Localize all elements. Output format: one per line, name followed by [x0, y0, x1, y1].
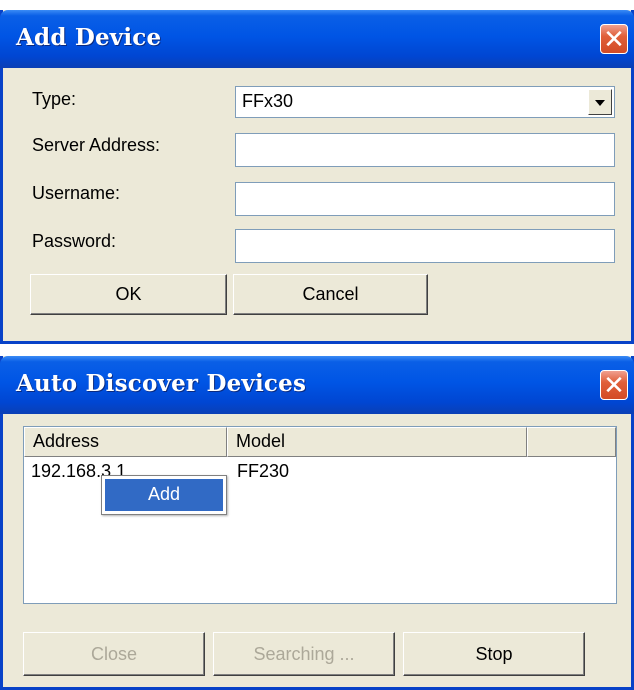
context-menu: Add — [101, 475, 227, 515]
username-label: Username: — [32, 183, 121, 203]
searching-button[interactable]: Searching ... — [213, 632, 395, 676]
stop-button-label: Stop — [475, 644, 513, 664]
close-button-label: Close — [90, 644, 138, 664]
auto-discover-titlebar[interactable]: Auto Discover Devices ✕ — [0, 356, 634, 414]
type-select-value: FFx30 — [242, 91, 294, 111]
cancel-button[interactable]: Cancel — [233, 274, 428, 315]
add-device-window: Add Device ✕ Type: FFx30 Server Address:… — [0, 10, 634, 344]
device-list[interactable]: Address Model 192.168.3.1 FF230 Add — [23, 426, 617, 604]
stop-button[interactable]: Stop — [403, 632, 585, 676]
password-input[interactable] — [235, 229, 615, 263]
auto-discover-window: Auto Discover Devices ✕ Address Model 19… — [0, 356, 634, 690]
add-device-titlebar[interactable]: Add Device ✕ — [0, 10, 634, 68]
cancel-button-label: Cancel — [302, 284, 359, 304]
username-input[interactable] — [235, 182, 615, 216]
chevron-down-icon[interactable] — [588, 89, 612, 115]
column-header-model[interactable]: Model — [227, 427, 527, 457]
ok-button[interactable]: OK — [30, 274, 227, 315]
ok-button-label: OK — [115, 284, 142, 304]
add-device-title: Add Device — [16, 24, 162, 51]
row-model: FF230 — [237, 461, 290, 481]
close-icon: ✕ — [603, 24, 625, 54]
auto-discover-title: Auto Discover Devices — [16, 370, 307, 397]
add-device-close-button[interactable]: ✕ — [600, 24, 628, 54]
type-label: Type: — [32, 89, 77, 109]
context-menu-item-add[interactable]: Add — [105, 479, 223, 511]
close-button[interactable]: Close — [23, 632, 205, 676]
searching-button-label: Searching ... — [253, 644, 355, 664]
server-address-input[interactable] — [235, 133, 615, 167]
type-select[interactable]: FFx30 — [235, 86, 615, 118]
column-header-address[interactable]: Address — [24, 427, 227, 457]
server-address-label: Server Address: — [32, 135, 161, 155]
password-label: Password: — [32, 231, 117, 251]
close-icon: ✕ — [603, 370, 625, 400]
auto-discover-close-button[interactable]: ✕ — [600, 370, 628, 400]
column-header-extra[interactable] — [527, 427, 616, 457]
